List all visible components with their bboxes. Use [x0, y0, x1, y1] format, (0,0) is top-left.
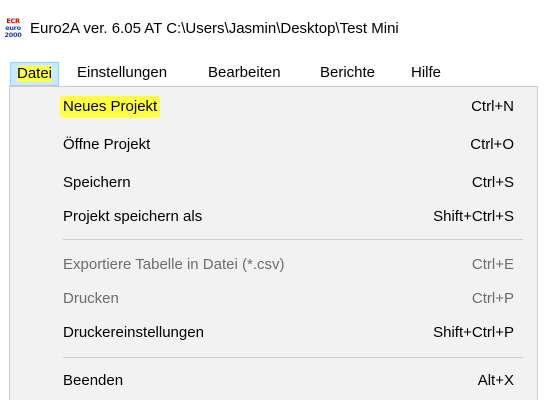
- menu-item-neues-projekt[interactable]: Neues Projekt Ctrl+N: [10, 91, 537, 125]
- menu-item-exportiere-tabelle: Exportiere Tabelle in Datei (*.csv) Ctrl…: [10, 249, 537, 283]
- menu-item-shortcut: Alt+X: [477, 372, 514, 389]
- menu-item-projekt-speichern-als[interactable]: Projekt speichern als Shift+Ctrl+S: [10, 201, 537, 235]
- menu-datei[interactable]: Datei: [10, 62, 60, 86]
- menu-item-druckereinstellungen[interactable]: Druckereinstellungen Shift+Ctrl+P: [10, 317, 537, 351]
- menu-einstellungen[interactable]: Einstellungen: [71, 63, 173, 85]
- app-logo-line-year: 2000: [4, 31, 22, 39]
- menu-item-shortcut: Shift+Ctrl+S: [433, 208, 514, 225]
- title-bar: ECR euro 2000 Euro2A ver. 6.05 AT C:\Use…: [0, 0, 545, 56]
- datei-dropdown-menu: Neues Projekt Ctrl+N Öffne Projekt Ctrl+…: [9, 86, 538, 400]
- menu-item-label: Öffne Projekt: [63, 136, 151, 153]
- window-title: Euro2A ver. 6.05 AT C:\Users\Jasmin\Desk…: [30, 20, 399, 37]
- menu-bearbeiten-label: Bearbeiten: [208, 64, 281, 81]
- menu-bearbeiten[interactable]: Bearbeiten: [202, 63, 287, 85]
- menu-item-shortcut: Ctrl+O: [470, 136, 514, 153]
- menu-berichte-label: Berichte: [320, 64, 376, 81]
- menu-item-shortcut: Ctrl+E: [471, 256, 514, 273]
- menu-item-label: Drucken: [63, 290, 119, 307]
- menu-item-label: Beenden: [63, 372, 124, 389]
- menu-berichte[interactable]: Berichte: [314, 63, 381, 85]
- app-logo-icon[interactable]: ECR euro 2000: [3, 18, 23, 40]
- menu-item-shortcut: Shift+Ctrl+P: [433, 324, 514, 341]
- menu-item-label: Druckereinstellungen: [63, 324, 204, 341]
- menu-item-beenden[interactable]: Beenden Alt+X: [10, 365, 537, 399]
- menu-hilfe[interactable]: Hilfe: [405, 63, 447, 85]
- menu-item-label: Projekt speichern als: [63, 208, 203, 225]
- menu-item-label: Neues Projekt: [60, 96, 161, 117]
- menu-einstellungen-label: Einstellungen: [77, 64, 168, 81]
- menu-item-oeffne-projekt[interactable]: Öffne Projekt Ctrl+O: [10, 129, 537, 163]
- menu-datei-label: Datei: [17, 65, 53, 82]
- menu-item-shortcut: Ctrl+P: [471, 290, 514, 307]
- menu-separator: [63, 239, 523, 240]
- menu-bar: Datei Einstellungen Bearbeiten Berichte …: [0, 56, 545, 88]
- menu-item-shortcut: Ctrl+N: [471, 98, 514, 115]
- menu-item-speichern[interactable]: Speichern Ctrl+S: [10, 167, 537, 201]
- menu-hilfe-label: Hilfe: [411, 64, 442, 81]
- menu-item-label: Exportiere Tabelle in Datei (*.csv): [63, 256, 285, 273]
- menu-separator: [63, 357, 523, 358]
- menu-item-shortcut: Ctrl+S: [471, 174, 514, 191]
- menu-item-drucken: Drucken Ctrl+P: [10, 283, 537, 317]
- menu-item-label: Speichern: [63, 174, 131, 191]
